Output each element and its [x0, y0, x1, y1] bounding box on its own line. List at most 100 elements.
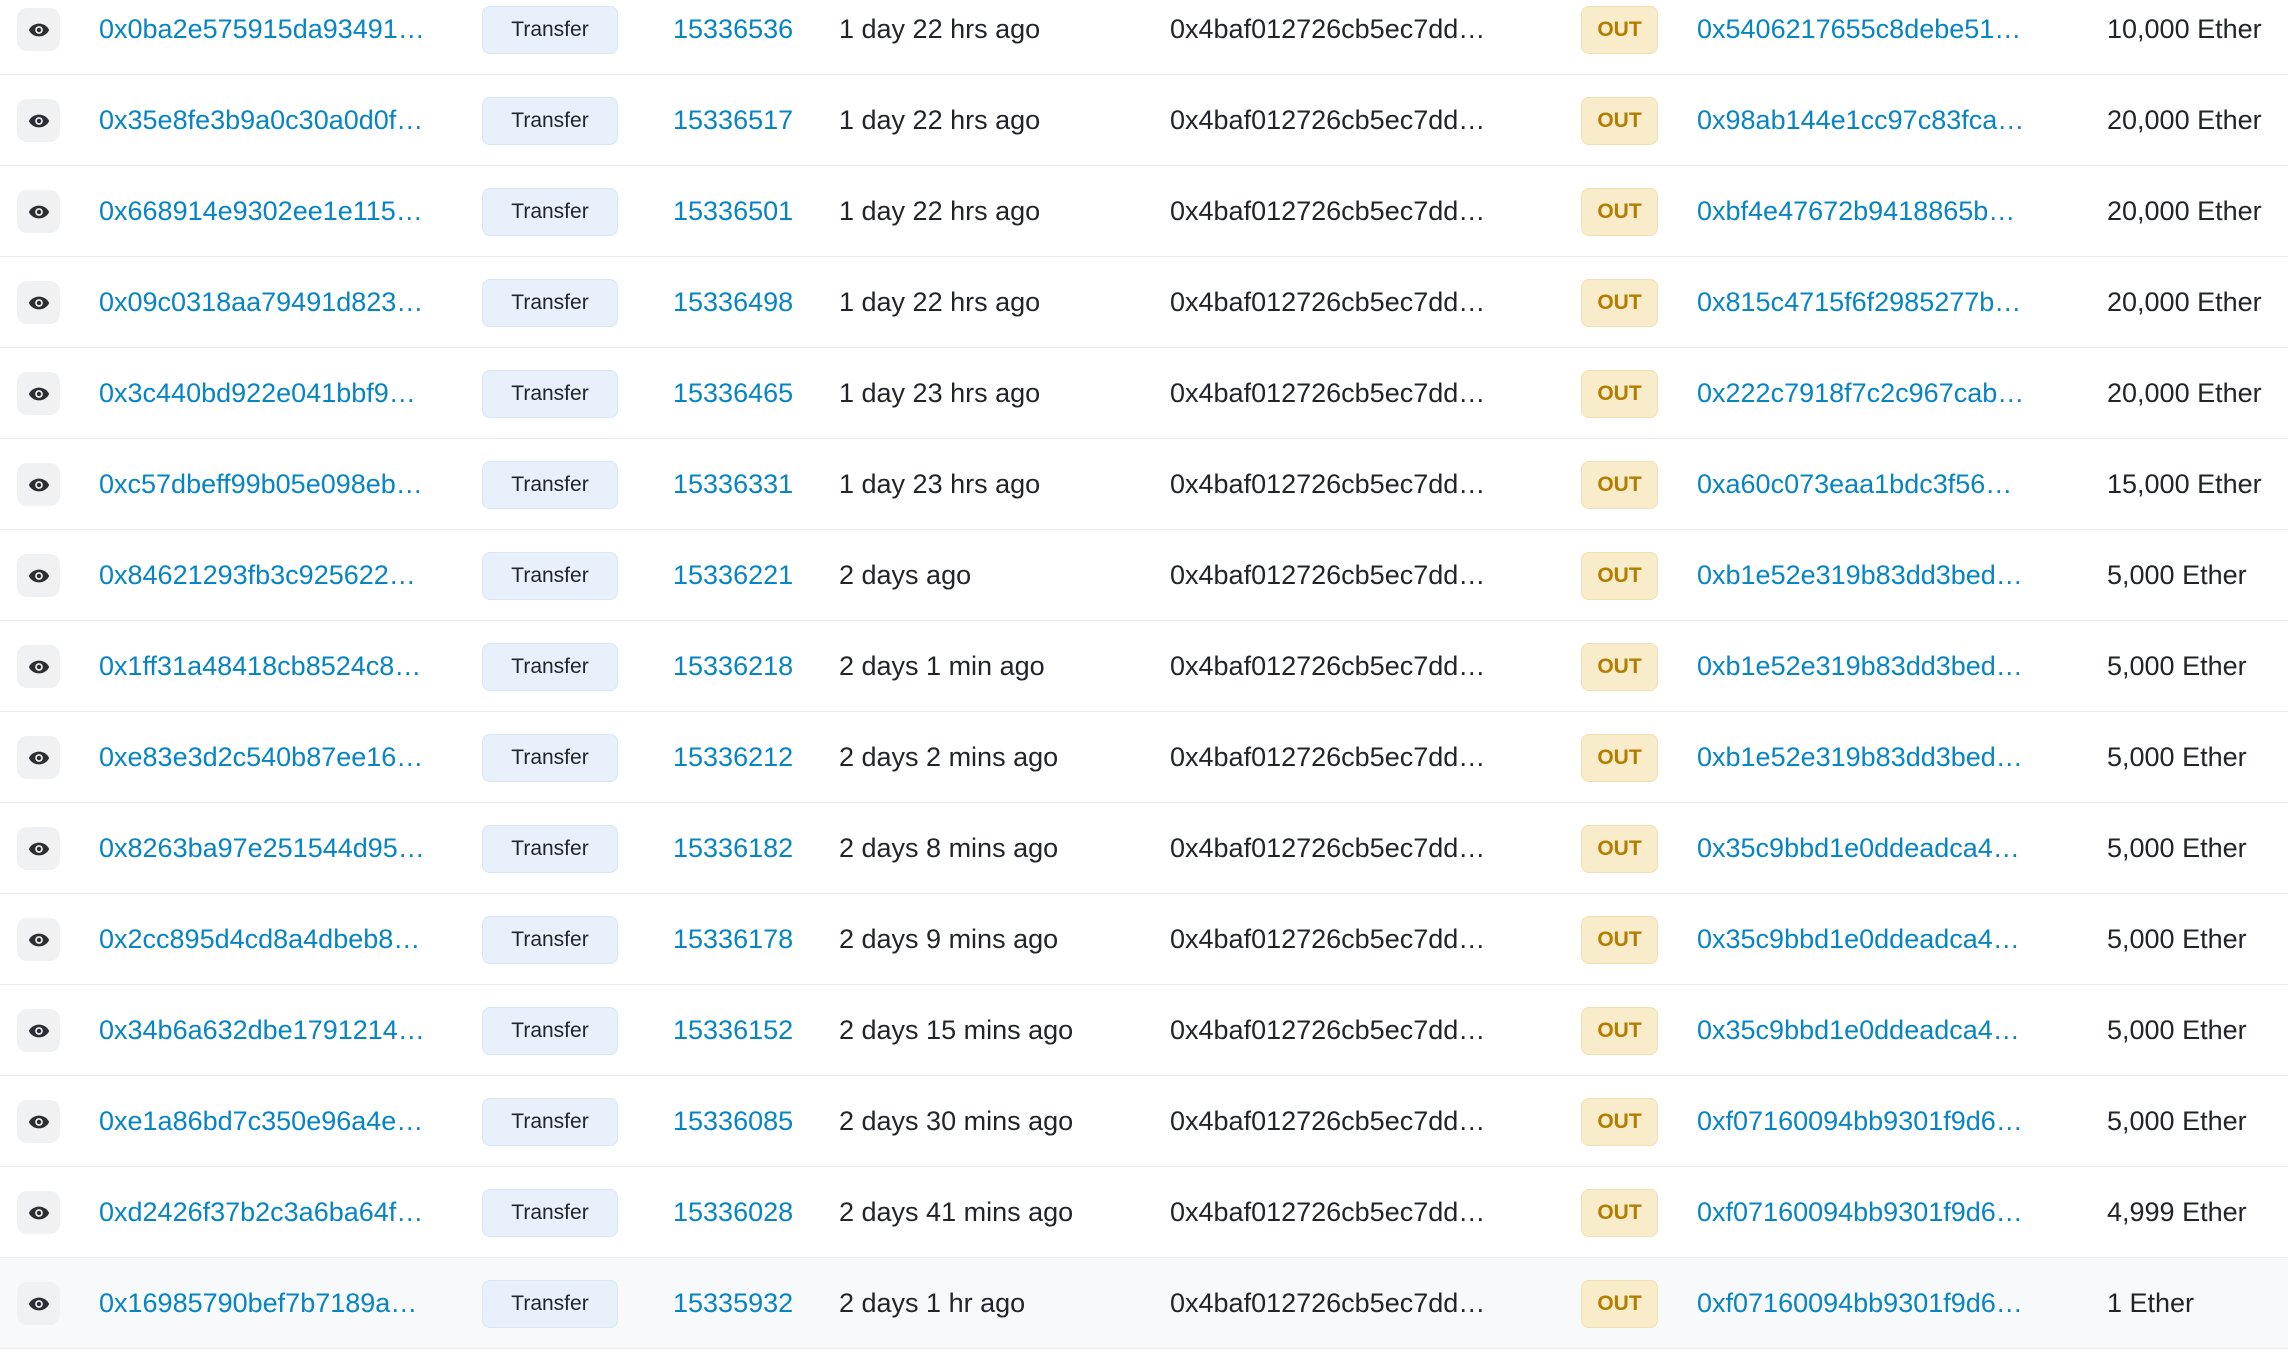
method-badge: Transfer: [482, 1280, 618, 1328]
table-row: 0x2cc895d4cd8a4dbeb8… Transfer 15336178 …: [0, 894, 2288, 985]
txn-hash-link[interactable]: 0x34b6a632dbe1791214…: [99, 985, 439, 1075]
txn-hash-link[interactable]: 0xd2426f37b2c3a6ba64f…: [99, 1167, 439, 1257]
eye-icon: [28, 201, 50, 223]
to-address-link[interactable]: 0xa60c073eaa1bdc3f56…: [1697, 439, 2037, 529]
table-row: 0x0ba2e575915da93491… Transfer 15336536 …: [0, 0, 2288, 75]
txn-hash-link[interactable]: 0x09c0318aa79491d823…: [99, 257, 439, 347]
view-details-button[interactable]: [17, 8, 60, 51]
age-text: 1 day 23 hrs ago: [839, 468, 1041, 499]
method-badge: Transfer: [482, 1007, 618, 1055]
table-row: 0xe1a86bd7c350e96a4e… Transfer 15336085 …: [0, 1076, 2288, 1167]
value-text: 20,000 Ether: [2107, 104, 2262, 135]
txn-hash-link[interactable]: 0xe83e3d2c540b87ee16…: [99, 712, 439, 802]
to-address-link[interactable]: 0xf07160094bb9301f9d6…: [1697, 1076, 2037, 1166]
to-address-link[interactable]: 0x35c9bbd1e0ddeadca4…: [1697, 894, 2037, 984]
txn-hash-link[interactable]: 0x668914e9302ee1e115…: [99, 166, 439, 256]
view-details-button[interactable]: [17, 1100, 60, 1143]
from-address: 0x4baf012726cb5ec7dd…: [1170, 923, 1486, 954]
view-details-button[interactable]: [17, 463, 60, 506]
from-address: 0x4baf012726cb5ec7dd…: [1170, 195, 1486, 226]
method-badge: Transfer: [482, 6, 618, 54]
age-text: 2 days 1 min ago: [839, 650, 1045, 681]
view-details-button[interactable]: [17, 190, 60, 233]
value-text: 5,000 Ether: [2107, 832, 2247, 863]
block-link[interactable]: 15336028: [673, 1167, 823, 1257]
from-address: 0x4baf012726cb5ec7dd…: [1170, 1105, 1486, 1136]
view-details-button[interactable]: [17, 827, 60, 870]
view-details-button[interactable]: [17, 554, 60, 597]
direction-badge: OUT: [1581, 1007, 1658, 1055]
direction-badge: OUT: [1581, 279, 1658, 327]
to-address-link[interactable]: 0xbf4e47672b9418865b…: [1697, 166, 2037, 256]
block-link[interactable]: 15336331: [673, 439, 823, 529]
view-details-button[interactable]: [17, 736, 60, 779]
block-link[interactable]: 15336501: [673, 166, 823, 256]
txn-hash-link[interactable]: 0x16985790bef7b7189a…: [99, 1258, 439, 1348]
view-details-button[interactable]: [17, 645, 60, 688]
from-address: 0x4baf012726cb5ec7dd…: [1170, 832, 1486, 863]
block-link[interactable]: 15335932: [673, 1258, 823, 1348]
txn-hash-link[interactable]: 0x8263ba97e251544d95…: [99, 803, 439, 893]
direction-badge: OUT: [1581, 1098, 1658, 1146]
view-details-button[interactable]: [17, 99, 60, 142]
block-link[interactable]: 15336517: [673, 75, 823, 165]
from-address: 0x4baf012726cb5ec7dd…: [1170, 1014, 1486, 1045]
txn-hash-link[interactable]: 0x0ba2e575915da93491…: [99, 0, 439, 74]
txn-hash-link[interactable]: 0x84621293fb3c925622…: [99, 530, 439, 620]
age-text: 2 days 9 mins ago: [839, 923, 1059, 954]
age-text: 2 days 30 mins ago: [839, 1105, 1074, 1136]
from-address: 0x4baf012726cb5ec7dd…: [1170, 559, 1486, 590]
table-row: 0xd2426f37b2c3a6ba64f… Transfer 15336028…: [0, 1167, 2288, 1258]
block-link[interactable]: 15336536: [673, 0, 823, 74]
block-link[interactable]: 15336085: [673, 1076, 823, 1166]
view-details-button[interactable]: [17, 918, 60, 961]
txn-hash-link[interactable]: 0x1ff31a48418cb8524c8…: [99, 621, 439, 711]
block-link[interactable]: 15336178: [673, 894, 823, 984]
direction-badge: OUT: [1581, 552, 1658, 600]
txn-hash-link[interactable]: 0x2cc895d4cd8a4dbeb8…: [99, 894, 439, 984]
block-link[interactable]: 15336221: [673, 530, 823, 620]
to-address-link[interactable]: 0x98ab144e1cc97c83fca…: [1697, 75, 2037, 165]
txn-hash-link[interactable]: 0xc57dbeff99b05e098eb…: [99, 439, 439, 529]
method-badge: Transfer: [482, 734, 618, 782]
txn-hash-link[interactable]: 0x3c440bd922e041bbf9…: [99, 348, 439, 438]
txn-hash-link[interactable]: 0x35e8fe3b9a0c30a0d0f…: [99, 75, 439, 165]
to-address-link[interactable]: 0x35c9bbd1e0ddeadca4…: [1697, 985, 2037, 1075]
method-badge: Transfer: [482, 1098, 618, 1146]
to-address-link[interactable]: 0xf07160094bb9301f9d6…: [1697, 1167, 2037, 1257]
to-address-link[interactable]: 0x815c4715f6f2985277b…: [1697, 257, 2037, 347]
value-text: 5,000 Ether: [2107, 741, 2247, 772]
view-details-button[interactable]: [17, 1191, 60, 1234]
block-link[interactable]: 15336182: [673, 803, 823, 893]
eye-icon: [28, 838, 50, 860]
to-address-link[interactable]: 0x222c7918f7c2c967cab…: [1697, 348, 2037, 438]
txn-hash-link[interactable]: 0xe1a86bd7c350e96a4e…: [99, 1076, 439, 1166]
eye-icon: [28, 474, 50, 496]
age-text: 1 day 22 hrs ago: [839, 195, 1041, 226]
age-text: 2 days 8 mins ago: [839, 832, 1059, 863]
from-address: 0x4baf012726cb5ec7dd…: [1170, 377, 1486, 408]
view-details-button[interactable]: [17, 372, 60, 415]
view-details-button[interactable]: [17, 281, 60, 324]
age-text: 1 day 22 hrs ago: [839, 13, 1041, 44]
block-link[interactable]: 15336498: [673, 257, 823, 347]
from-address: 0x4baf012726cb5ec7dd…: [1170, 468, 1486, 499]
block-link[interactable]: 15336465: [673, 348, 823, 438]
block-link[interactable]: 15336218: [673, 621, 823, 711]
table-row: 0x09c0318aa79491d823… Transfer 15336498 …: [0, 257, 2288, 348]
value-text: 10,000 Ether: [2107, 13, 2262, 44]
to-address-link[interactable]: 0x35c9bbd1e0ddeadca4…: [1697, 803, 2037, 893]
to-address-link[interactable]: 0x5406217655c8debe51…: [1697, 0, 2037, 74]
to-address-link[interactable]: 0xb1e52e319b83dd3bed…: [1697, 530, 2037, 620]
eye-icon: [28, 565, 50, 587]
to-address-link[interactable]: 0xb1e52e319b83dd3bed…: [1697, 712, 2037, 802]
block-link[interactable]: 15336212: [673, 712, 823, 802]
age-text: 2 days ago: [839, 559, 972, 590]
age-text: 2 days 15 mins ago: [839, 1014, 1074, 1045]
view-details-button[interactable]: [17, 1282, 60, 1325]
to-address-link[interactable]: 0xf07160094bb9301f9d6…: [1697, 1258, 2037, 1348]
view-details-button[interactable]: [17, 1009, 60, 1052]
value-text: 5,000 Ether: [2107, 559, 2247, 590]
to-address-link[interactable]: 0xb1e52e319b83dd3bed…: [1697, 621, 2037, 711]
block-link[interactable]: 15336152: [673, 985, 823, 1075]
